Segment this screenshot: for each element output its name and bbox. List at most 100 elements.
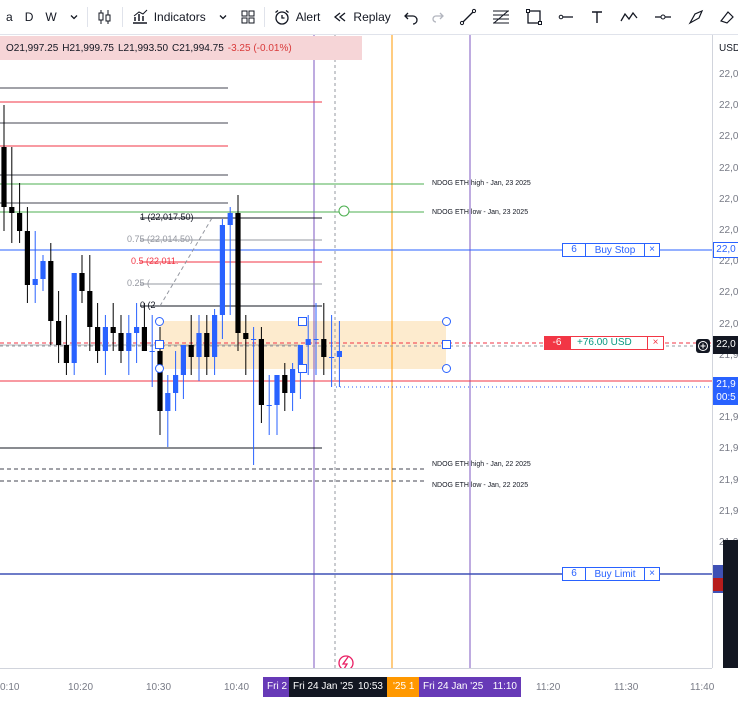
candle-body[interactable] <box>24 231 30 285</box>
trend-line-tool[interactable] <box>452 0 484 34</box>
buy-limit-qty[interactable]: 6 <box>563 568 586 580</box>
buy-stop-cancel-button[interactable]: × <box>644 244 659 256</box>
interval-a-button[interactable]: a <box>0 0 19 34</box>
candle-body[interactable] <box>274 375 280 405</box>
candle-body[interactable] <box>321 339 327 357</box>
interval-d-button[interactable]: D <box>19 0 40 34</box>
zone-handle[interactable] <box>155 340 164 349</box>
candle-body[interactable] <box>235 213 241 333</box>
zone-handle[interactable] <box>155 364 164 373</box>
candle-body[interactable] <box>48 261 54 321</box>
interval-w-button[interactable]: W <box>39 0 62 34</box>
zone-handle[interactable] <box>298 317 307 326</box>
candle-body[interactable] <box>40 261 46 279</box>
candle-body[interactable] <box>157 351 163 411</box>
candle-body[interactable] <box>32 279 38 285</box>
eraser-tool[interactable] <box>712 0 738 34</box>
fib-retracement-tool[interactable] <box>484 0 518 34</box>
candle-body[interactable] <box>180 345 186 375</box>
price-label: 22,0 <box>719 100 738 112</box>
candle-body[interactable] <box>173 375 179 393</box>
candle-body[interactable] <box>71 273 77 363</box>
candle-body[interactable] <box>266 405 272 406</box>
interval-dropdown[interactable] <box>63 0 85 34</box>
candle-body[interactable] <box>17 213 23 231</box>
candle-body[interactable] <box>95 327 101 351</box>
buy-stop-qty[interactable]: 6 <box>563 244 586 256</box>
zone-handle[interactable] <box>442 317 451 326</box>
candle-body[interactable] <box>56 321 62 345</box>
layouts-button[interactable] <box>234 0 262 34</box>
toolbar-divider <box>263 7 265 27</box>
path-tool[interactable] <box>612 0 646 34</box>
candle-body[interactable] <box>196 333 202 357</box>
chart-pane[interactable]: 1 (22,017.50) 0.75 (22,014.50) 0.5 (22,0… <box>0 35 712 668</box>
price-axis[interactable]: USD 22,0 22,0 22,0 22,0 22,0 22,0 22,0 22,0 22,0… <box>712 35 738 668</box>
position-qty[interactable]: -6 <box>544 336 570 350</box>
crosshair-plus-button[interactable] <box>696 339 710 353</box>
buy-limit-label[interactable]: Buy Limit <box>586 569 644 580</box>
buy-stop-order[interactable]: 6 Buy Stop × <box>562 243 660 257</box>
candle-body[interactable] <box>149 351 155 352</box>
measure-tool[interactable] <box>646 0 680 34</box>
candle-body[interactable] <box>9 207 15 213</box>
candle-body[interactable] <box>258 339 264 405</box>
buy-limit-cancel-button[interactable]: × <box>644 568 659 580</box>
lightning-icon[interactable] <box>338 655 354 668</box>
candle-body[interactable] <box>282 375 288 393</box>
zone-handle[interactable] <box>155 317 164 326</box>
position-pnl[interactable]: +76.00 USD <box>570 336 648 350</box>
brush-tool[interactable] <box>680 0 712 34</box>
candle-body[interactable] <box>1 147 7 207</box>
candle-body[interactable] <box>110 327 116 333</box>
candle-body[interactable] <box>79 273 85 291</box>
brush-icon <box>688 9 704 25</box>
rectangle-tool[interactable] <box>518 0 550 34</box>
candle-body[interactable] <box>63 345 69 363</box>
toolbar-divider <box>86 7 88 27</box>
price-label: 22,0 <box>719 287 738 299</box>
price-label: 22,0 <box>719 318 738 330</box>
candle-body[interactable] <box>290 369 296 393</box>
candle-body[interactable] <box>188 345 194 357</box>
position-close-button[interactable]: × <box>648 336 664 350</box>
candle-body[interactable] <box>227 213 233 225</box>
candle-body[interactable] <box>126 333 132 351</box>
candle-body[interactable] <box>219 225 225 315</box>
zone-handle[interactable] <box>298 364 307 373</box>
candle-body[interactable] <box>134 327 140 333</box>
redo-button[interactable] <box>424 0 452 34</box>
candle-body[interactable] <box>141 327 147 351</box>
zone-handle[interactable] <box>442 364 451 373</box>
lightning-icon[interactable] <box>338 205 350 217</box>
indicators-dropdown[interactable] <box>212 0 234 34</box>
buy-limit-order[interactable]: 6 Buy Limit × <box>562 567 660 581</box>
candle-body[interactable] <box>336 351 342 357</box>
candle-body[interactable] <box>102 327 108 351</box>
candle-body[interactable] <box>204 333 210 357</box>
candle-body[interactable] <box>305 339 311 345</box>
undo-button[interactable] <box>397 0 425 34</box>
alert-button[interactable]: Alert <box>267 0 327 34</box>
candle-body[interactable] <box>251 339 257 340</box>
chart-type-button[interactable] <box>90 0 120 34</box>
candle-body[interactable] <box>329 357 335 358</box>
indicators-button[interactable]: Indicators <box>125 0 212 34</box>
candle-body[interactable] <box>165 393 171 411</box>
candle-body[interactable] <box>87 291 93 327</box>
horizontal-line-tool[interactable] <box>550 0 582 34</box>
time-axis[interactable]: 0:10 10:20 10:30 10:40 11:20 11:30 11:40… <box>0 668 714 713</box>
axis-scrollbar[interactable] <box>723 540 738 668</box>
candle-body[interactable] <box>118 333 124 351</box>
currency-label[interactable]: USD <box>719 43 738 54</box>
eth-low-23-label: NDOG ETH low - Jan, 23 2025 <box>432 209 529 216</box>
position-widget[interactable]: -6 +76.00 USD × <box>544 336 664 350</box>
replay-button[interactable]: Replay <box>326 0 396 34</box>
price-label: 21,9 <box>719 443 738 455</box>
text-tool[interactable] <box>582 0 612 34</box>
candle-body[interactable] <box>243 333 249 339</box>
candle-body[interactable] <box>313 339 319 340</box>
candle-body[interactable] <box>212 315 218 357</box>
buy-stop-label[interactable]: Buy Stop <box>586 245 644 256</box>
zone-handle[interactable] <box>442 340 451 349</box>
